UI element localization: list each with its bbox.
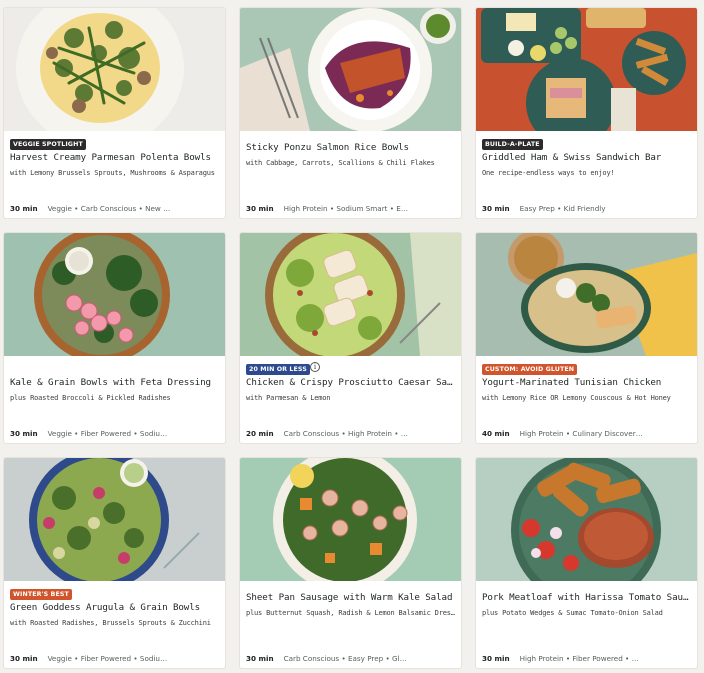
recipe-tags: Veggie • Fiber Powered • Sodiu…: [47, 429, 168, 438]
recipe-meta: 30 min High Protein • Sodium Smart • E…: [246, 204, 455, 213]
recipe-title[interactable]: Pork Meatloaf with Harissa Tomato Sauce: [482, 592, 691, 603]
cook-time: 30 min: [482, 654, 510, 663]
recipe-subtitle: One recipe-endless ways to enjoy!: [482, 169, 615, 177]
recipe-subtitle: with Lemony Rice OR Lemony Couscous & Ho…: [482, 394, 671, 402]
recipe-image[interactable]: [476, 8, 697, 131]
recipe-badge: WINTER'S BEST: [10, 589, 72, 600]
cook-time: 30 min: [246, 654, 274, 663]
recipe-subtitle: with Cabbage, Carrots, Scallions & Chili…: [246, 159, 435, 167]
recipe-subtitle: plus Roasted Broccoli & Pickled Radishes: [10, 394, 171, 402]
recipe-title[interactable]: Sticky Ponzu Salmon Rice Bowls: [246, 142, 455, 153]
recipe-tags: High Protein • Fiber Powered • …: [519, 654, 639, 663]
recipe-card[interactable]: Kale & Grain Bowls with Feta Dressing pl…: [4, 233, 225, 443]
recipe-image[interactable]: [4, 458, 225, 581]
cook-time: 30 min: [10, 429, 38, 438]
recipe-card[interactable]: VEGGIE SPOTLIGHT Harvest Creamy Parmesan…: [4, 8, 225, 218]
recipe-image[interactable]: [240, 233, 461, 356]
cook-time: 30 min: [10, 204, 38, 213]
recipe-card[interactable]: 20 MIN OR LESS i Chicken & Crispy Prosci…: [240, 233, 461, 443]
recipe-card[interactable]: Sheet Pan Sausage with Warm Kale Salad p…: [240, 458, 461, 668]
recipe-subtitle: with Parmesan & Lemon: [246, 394, 331, 402]
recipe-image[interactable]: [476, 233, 697, 356]
recipe-card[interactable]: Pork Meatloaf with Harissa Tomato Sauce …: [476, 458, 697, 668]
recipe-meta: 40 min High Protein • Culinary Discover…: [482, 429, 691, 438]
recipe-title[interactable]: Griddled Ham & Swiss Sandwich Bar: [482, 152, 691, 163]
recipe-badge: 20 MIN OR LESS: [246, 364, 310, 375]
recipe-title[interactable]: Green Goddess Arugula & Grain Bowls: [10, 602, 219, 613]
recipe-tags: Carb Conscious • Easy Prep • Gl…: [283, 654, 407, 663]
recipe-tags: Carb Conscious • High Protein • …: [283, 429, 408, 438]
recipe-image[interactable]: [240, 458, 461, 581]
recipe-subtitle: plus Potato Wedges & Sumac Tomato-Onion …: [482, 609, 663, 617]
cook-time: 40 min: [482, 429, 510, 438]
info-icon[interactable]: i: [310, 362, 320, 372]
recipe-tags: Veggie • Carb Conscious • New …: [47, 204, 171, 213]
recipe-badge: VEGGIE SPOTLIGHT: [10, 139, 86, 150]
recipe-card[interactable]: BUILD-A-PLATE Griddled Ham & Swiss Sandw…: [476, 8, 697, 218]
cook-time: 20 min: [246, 429, 274, 438]
cook-time: 30 min: [10, 654, 38, 663]
recipe-card[interactable]: Sticky Ponzu Salmon Rice Bowls with Cabb…: [240, 8, 461, 218]
recipe-title[interactable]: Yogurt-Marinated Tunisian Chicken: [482, 377, 691, 388]
recipe-card[interactable]: CUSTOM: AVOID GLUTEN Yogurt-Marinated Tu…: [476, 233, 697, 443]
recipe-image[interactable]: [240, 8, 461, 131]
recipe-meta: 20 min Carb Conscious • High Protein • …: [246, 429, 455, 438]
recipe-badge: CUSTOM: AVOID GLUTEN: [482, 364, 578, 375]
recipe-meta: 30 min Veggie • Carb Conscious • New …: [10, 204, 219, 213]
recipe-meta: 30 min Easy Prep • Kid Friendly: [482, 204, 691, 213]
recipe-tags: Easy Prep • Kid Friendly: [519, 204, 606, 213]
recipe-title[interactable]: Sheet Pan Sausage with Warm Kale Salad: [246, 592, 455, 603]
recipe-subtitle: plus Butternut Squash, Radish & Lemon Ba…: [246, 609, 455, 617]
recipe-tags: High Protein • Culinary Discover…: [519, 429, 643, 438]
recipe-title[interactable]: Kale & Grain Bowls with Feta Dressing: [10, 377, 219, 388]
recipe-meta: 30 min Veggie • Fiber Powered • Sodiu…: [10, 654, 219, 663]
cook-time: 30 min: [482, 204, 510, 213]
recipe-image[interactable]: [4, 233, 225, 356]
recipe-subtitle: with Roasted Radishes, Brussels Sprouts …: [10, 619, 211, 627]
recipe-title[interactable]: Harvest Creamy Parmesan Polenta Bowls: [10, 152, 219, 163]
recipe-tags: Veggie • Fiber Powered • Sodiu…: [47, 654, 168, 663]
recipe-grid: VEGGIE SPOTLIGHT Harvest Creamy Parmesan…: [0, 0, 704, 673]
recipe-meta: 30 min Veggie • Fiber Powered • Sodiu…: [10, 429, 219, 438]
recipe-image[interactable]: [4, 8, 225, 131]
recipe-title[interactable]: Chicken & Crispy Prosciutto Caesar Salad: [246, 377, 455, 388]
recipe-meta: 30 min High Protein • Fiber Powered • …: [482, 654, 691, 663]
recipe-tags: High Protein • Sodium Smart • E…: [283, 204, 409, 213]
cook-time: 30 min: [246, 204, 274, 213]
recipe-image[interactable]: [476, 458, 697, 581]
recipe-subtitle: with Lemony Brussels Sprouts, Mushrooms …: [10, 169, 215, 177]
recipe-badge: BUILD-A-PLATE: [482, 139, 543, 150]
recipe-card[interactable]: WINTER'S BEST Green Goddess Arugula & Gr…: [4, 458, 225, 668]
recipe-meta: 30 min Carb Conscious • Easy Prep • Gl…: [246, 654, 455, 663]
